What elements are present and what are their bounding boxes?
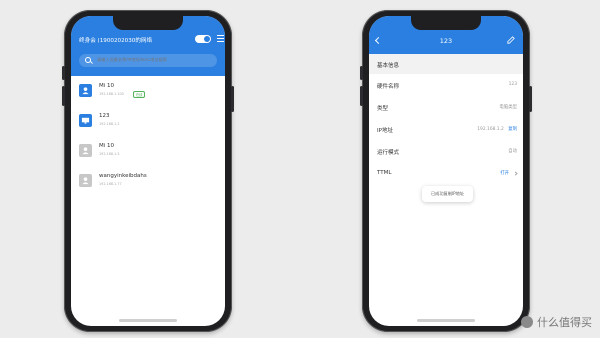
- search-input[interactable]: [97, 57, 207, 62]
- property-row[interactable]: TTML 打开: [369, 162, 523, 184]
- property-value: 打开: [500, 170, 509, 176]
- notch: [113, 16, 183, 30]
- volume-button: [360, 66, 363, 80]
- home-indicator: [119, 319, 177, 322]
- property-value-text: 123: [508, 82, 517, 87]
- network-toggle[interactable]: [195, 35, 211, 43]
- notch: [411, 16, 481, 30]
- device-ip: 192.168.1.77: [99, 182, 122, 186]
- phone-icon: [79, 174, 92, 187]
- property-key: IP地址: [377, 128, 393, 134]
- volume-button: [360, 86, 363, 106]
- list-item[interactable]: Mi 10 192.168.1.100 在线: [71, 76, 225, 106]
- left-screen: 终身会 (1900202030的网络 Mi 10 192.168.1.100 在…: [71, 16, 225, 326]
- list-item[interactable]: wangyinkeibdahs 192.168.1.77: [71, 166, 225, 196]
- property-value-text: 打开: [500, 171, 509, 176]
- property-value-text: 192.168.1.2: [477, 127, 504, 132]
- list-item[interactable]: 123 192.168.1.2: [71, 106, 225, 136]
- property-value: 电脑类型: [499, 104, 517, 110]
- right-phone: 123 基本信息 硬件名称 123 类型 电脑类型 IP地址 192.168.1…: [360, 10, 532, 332]
- property-row: 硬件名称 123: [369, 74, 523, 96]
- device-name: wangyinkeibdahs: [99, 173, 147, 179]
- device-title: 123: [439, 37, 453, 45]
- property-value: 123: [509, 82, 517, 87]
- property-key: 运行模式: [377, 150, 400, 156]
- power-button: [529, 86, 532, 112]
- watermark-text: 什么值得买: [537, 316, 592, 329]
- edit-icon[interactable]: [507, 36, 515, 44]
- device-ip: 192.168.1.5: [99, 152, 120, 156]
- home-indicator: [417, 319, 475, 322]
- toast-message: 已成功复制IP地址: [422, 186, 473, 202]
- watermark-logo-icon: [521, 316, 533, 328]
- property-row: 类型 电脑类型: [369, 96, 523, 118]
- right-screen: 123 基本信息 硬件名称 123 类型 电脑类型 IP地址 192.168.1…: [369, 16, 523, 326]
- left-phone: 终身会 (1900202030的网络 Mi 10 192.168.1.100 在…: [62, 10, 234, 332]
- property-value-text: 电脑类型: [499, 105, 517, 110]
- device-name: 123: [99, 113, 110, 119]
- section-header: 基本信息: [369, 54, 523, 74]
- property-key: 硬件名称: [377, 84, 400, 90]
- copy-button[interactable]: 复制: [508, 127, 517, 132]
- phone-icon: [79, 144, 92, 157]
- property-row: 运行模式 自动: [369, 140, 523, 162]
- property-value: 自动: [508, 148, 517, 154]
- property-key: 类型: [377, 106, 389, 112]
- device-name: Mi 10: [99, 143, 115, 149]
- stage: 终身会 (1900202030的网络 Mi 10 192.168.1.100 在…: [0, 0, 600, 338]
- menu-icon[interactable]: [217, 35, 224, 42]
- phone-icon: [79, 84, 92, 97]
- device-ip: 192.168.1.2: [99, 122, 120, 126]
- computer-icon: [79, 114, 92, 127]
- search-icon: [85, 57, 91, 63]
- power-button: [231, 86, 234, 112]
- property-value: 192.168.1.2 复制: [477, 126, 517, 132]
- device-ip: 192.168.1.100: [99, 92, 124, 96]
- status-badge: 在线: [133, 91, 146, 98]
- chevron-right-icon: [513, 171, 518, 176]
- volume-button: [62, 86, 65, 106]
- search-bar[interactable]: [79, 54, 217, 67]
- property-value-text: 自动: [508, 149, 517, 154]
- device-list: Mi 10 192.168.1.100 在线 123 192.168.1.2 M…: [71, 76, 225, 196]
- watermark: 什么值得买: [521, 314, 592, 330]
- volume-button: [62, 66, 65, 80]
- toggle-knob: [204, 36, 210, 42]
- property-row: IP地址 192.168.1.2 复制: [369, 118, 523, 140]
- device-name: Mi 10: [99, 83, 115, 89]
- list-item[interactable]: Mi 10 192.168.1.5: [71, 136, 225, 166]
- section-title: 基本信息: [377, 63, 400, 69]
- network-title: 终身会 (1900202030的网络: [79, 38, 153, 44]
- property-key: TTML: [377, 170, 392, 176]
